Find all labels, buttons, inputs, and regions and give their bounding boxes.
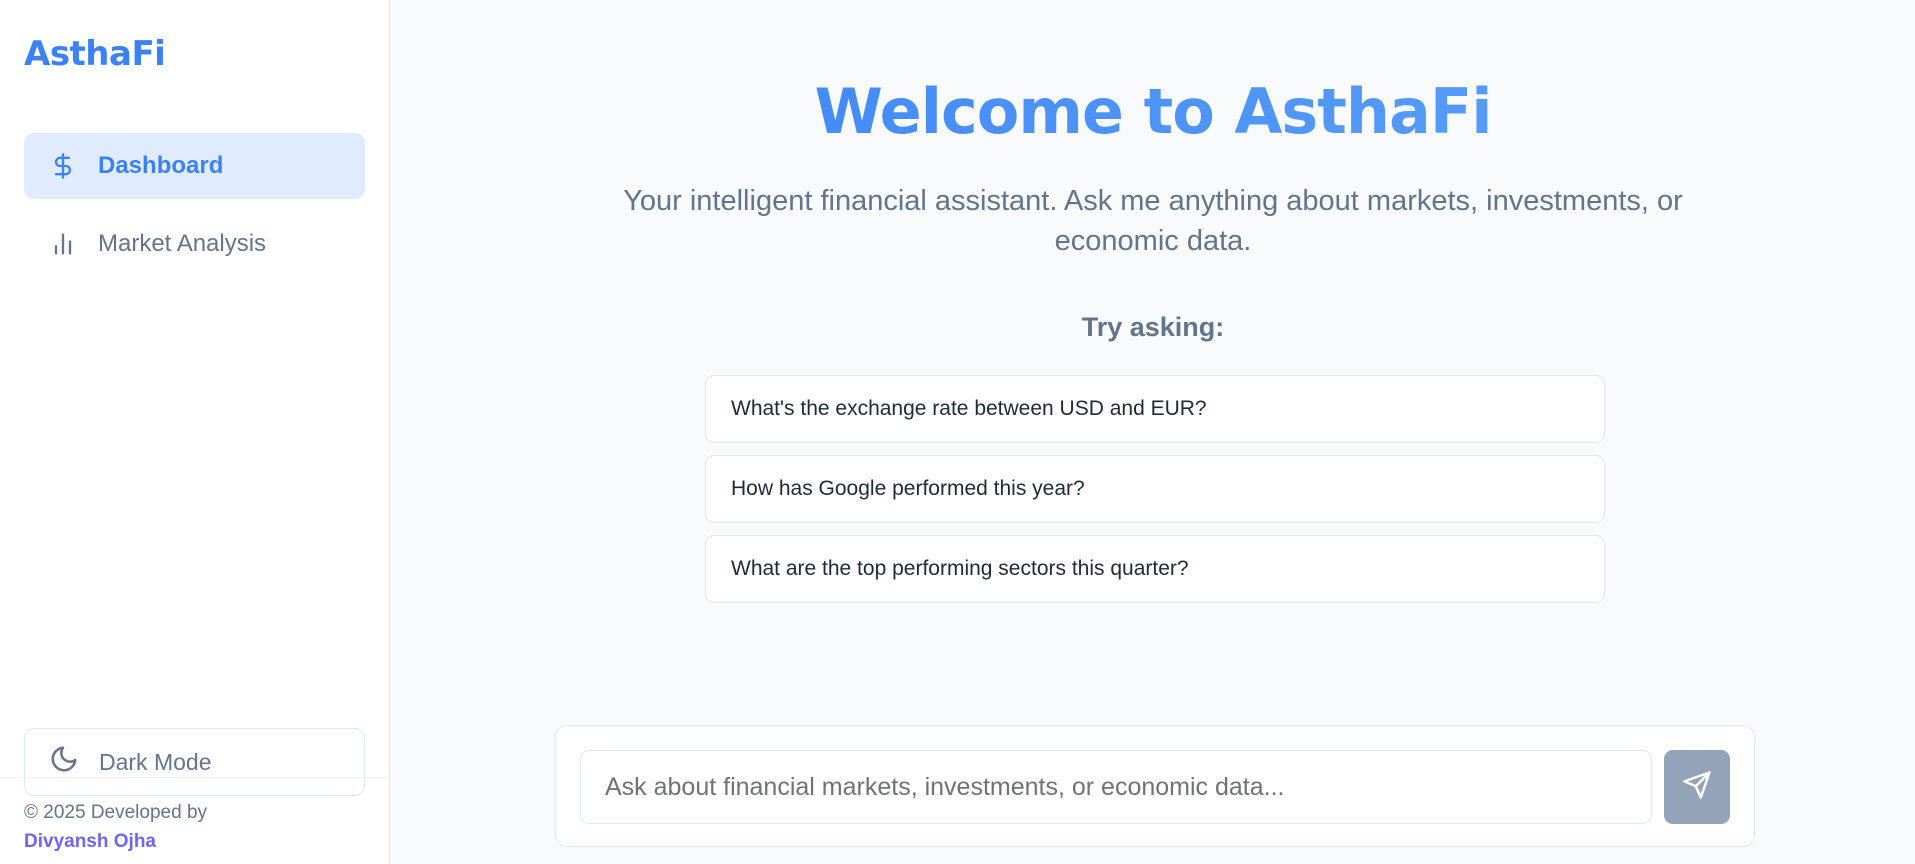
suggestion-card[interactable]: What are the top performing sectors this… [705, 535, 1605, 603]
suggestion-card[interactable]: What's the exchange rate between USD and… [705, 375, 1605, 443]
dollar-icon [48, 151, 78, 181]
send-icon [1682, 770, 1712, 805]
suggestion-card[interactable]: How has Google performed this year? [705, 455, 1605, 523]
sidebar-item-market-analysis[interactable]: Market Analysis [24, 211, 365, 277]
footer: © 2025 Developed by Divyansh Ojha [24, 798, 207, 856]
chat-input[interactable] [580, 750, 1652, 824]
moon-icon [49, 744, 79, 780]
try-asking-heading: Try asking: [1081, 312, 1225, 342]
welcome-title: Welcome to AsthaFi [391, 75, 1915, 148]
sidebar-item-label: Market Analysis [98, 230, 267, 257]
dark-mode-toggle[interactable]: Dark Mode [24, 728, 365, 796]
copyright-text: © 2025 [24, 802, 86, 823]
sidebar: AsthaFi Dashboard Market Analysis Dark M… [0, 0, 390, 864]
author-link[interactable]: Divyansh Ojha [24, 827, 207, 856]
footer-divider [0, 777, 390, 778]
sidebar-item-label: Dashboard [98, 152, 224, 179]
app-logo[interactable]: AsthaFi [24, 34, 166, 74]
bar-chart-icon [48, 229, 78, 259]
main-content: Welcome to AsthaFi Your intelligent fina… [391, 0, 1915, 864]
sidebar-item-dashboard[interactable]: Dashboard [24, 133, 365, 199]
welcome-subtitle: Your intelligent financial assistant. As… [623, 185, 1683, 257]
chat-composer [555, 725, 1755, 847]
dark-mode-label: Dark Mode [99, 748, 212, 775]
send-button[interactable] [1664, 750, 1730, 824]
developed-by-text: Developed by [90, 802, 208, 823]
